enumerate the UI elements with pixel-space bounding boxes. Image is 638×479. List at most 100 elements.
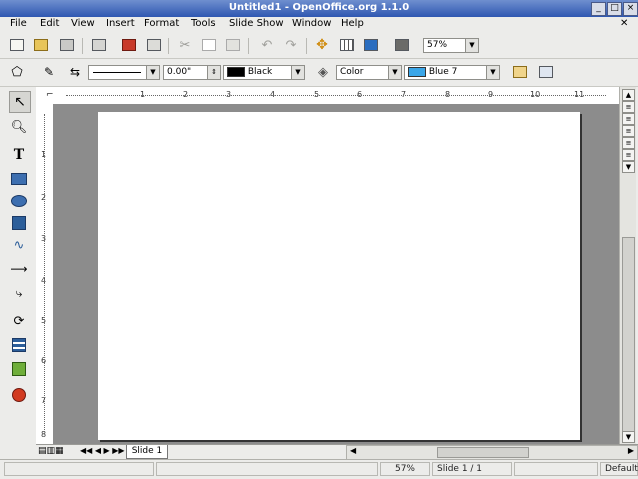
paste-icon[interactable] <box>224 36 242 54</box>
view-toggle-icon[interactable]: ≡ <box>622 101 635 113</box>
undo-icon[interactable]: ↶ <box>258 36 276 54</box>
save-icon[interactable] <box>58 36 76 54</box>
new-document-icon[interactable] <box>8 36 26 54</box>
menu-tools[interactable]: Tools <box>191 18 216 29</box>
view-toggle-icon[interactable]: ≡ <box>622 113 635 125</box>
line-color-dropdown[interactable]: Black ▼ <box>223 65 305 80</box>
shadow-icon[interactable] <box>511 63 529 81</box>
view-toggle-icon[interactable]: ≡ <box>622 137 635 149</box>
area-color-dropdown[interactable]: Blue 7 ▼ <box>404 65 500 80</box>
close-window-button[interactable]: × <box>623 2 638 16</box>
maximize-button[interactable]: □ <box>607 2 622 16</box>
points-icon[interactable]: ⬠ <box>8 63 26 81</box>
horizontal-scrollbar[interactable]: ◀ ▶ <box>346 445 638 460</box>
slide-tab-bar: ▤▥▦ ◀◀ ◀ ▶ ▶▶ Slide 1 ◀ ▶ <box>36 444 638 460</box>
minimize-button[interactable]: _ <box>591 2 606 16</box>
vertical-scrollbar[interactable]: ▲ ≡ ≡ ≡ ≡ ≡ ▼ ▼ <box>619 87 636 444</box>
table-icon[interactable] <box>338 36 356 54</box>
connector-tool-icon[interactable]: ⤷ <box>9 283 29 303</box>
select-arrow-icon[interactable]: ↖ <box>9 91 31 113</box>
scroll-down-icon[interactable]: ▼ <box>622 431 635 443</box>
line-tool-icon[interactable]: ⟶ <box>9 259 29 279</box>
curve-tool-icon[interactable]: ∿ <box>9 235 29 255</box>
effects-icon[interactable]: ⟳ <box>9 311 29 331</box>
menu-insert[interactable]: Insert <box>106 18 135 29</box>
separator <box>248 38 249 54</box>
text-tool-icon[interactable]: T <box>9 145 29 165</box>
slide-workspace[interactable] <box>53 104 619 444</box>
horizontal-ruler[interactable]: ⌐ 1 2 3 4 5 6 7 8 9 10 11 <box>36 87 619 105</box>
line-width-value: 0.00" <box>167 67 192 77</box>
chevron-down-icon: ▼ <box>146 66 159 79</box>
area-style-dropdown[interactable]: Color ▼ <box>336 65 402 80</box>
zoom-value: 57% <box>427 40 448 50</box>
redo-icon[interactable]: ↷ <box>282 36 300 54</box>
open-folder-icon[interactable] <box>32 36 50 54</box>
ellipse-tool-icon[interactable] <box>9 191 29 211</box>
spin-arrows-icon: ⇕ <box>207 66 220 79</box>
3d-controller-icon[interactable] <box>9 385 29 405</box>
search-icon[interactable] <box>537 63 555 81</box>
edit-file-icon[interactable] <box>90 36 108 54</box>
menu-slide-show[interactable]: Slide Show <box>229 18 284 29</box>
scroll-thumb[interactable] <box>437 447 529 458</box>
stylist-icon[interactable] <box>393 36 411 54</box>
menu-file[interactable]: File <box>10 18 27 29</box>
line-style-icon[interactable]: ✎ <box>40 63 58 81</box>
zoom-dropdown[interactable]: 57% ▼ <box>423 38 479 53</box>
vertical-ruler[interactable]: 1 2 3 4 5 6 7 8 <box>36 104 54 444</box>
view-toggle-icon[interactable]: ≡ <box>622 125 635 137</box>
title-bar: Untitled1 - OpenOffice.org 1.1.0 _ □ × <box>0 0 638 17</box>
menu-edit[interactable]: Edit <box>40 18 59 29</box>
separator <box>306 38 307 54</box>
scroll-down-icon[interactable]: ▼ <box>622 161 635 173</box>
copy-icon[interactable] <box>200 36 218 54</box>
arrange-icon[interactable] <box>9 359 29 379</box>
view-toggle-icon[interactable]: ≡ <box>622 149 635 161</box>
function-toolbar: ✂ ↶ ↷ ✥ 57% ▼ <box>0 33 638 59</box>
separator <box>82 38 83 54</box>
status-empty <box>514 462 598 476</box>
tab-slide-1[interactable]: Slide 1 <box>126 445 168 459</box>
line-preview <box>93 72 141 73</box>
align-icon[interactable] <box>9 335 29 355</box>
scroll-left-icon[interactable]: ◀ <box>350 446 356 455</box>
print-icon[interactable] <box>145 36 163 54</box>
rectangle-tool-icon[interactable] <box>9 169 29 189</box>
area-style-value: Color <box>340 67 364 77</box>
scroll-right-icon[interactable]: ▶ <box>628 446 634 455</box>
line-width-spinner[interactable]: 0.00" ⇕ <box>163 65 221 80</box>
status-zoom: 57% <box>380 462 430 476</box>
chevron-down-icon: ▼ <box>465 39 478 52</box>
menu-window[interactable]: Window <box>292 18 331 29</box>
3d-object-icon[interactable] <box>9 213 29 233</box>
object-bar: ⬠ ✎ ⇆ ▼ 0.00" ⇕ Black ▼ ◈ Color ▼ Blue 7… <box>0 59 638 87</box>
ruler-ticks <box>44 114 45 434</box>
tab-stop-icon: ⌐ <box>46 90 54 100</box>
line-color-value: Black <box>247 67 273 77</box>
gallery-icon[interactable] <box>362 36 380 54</box>
area-fill-icon[interactable]: ◈ <box>314 63 332 81</box>
menu-view[interactable]: View <box>71 18 95 29</box>
ruler-ticks <box>66 95 606 96</box>
tab-navigation-icon[interactable]: ◀◀ ◀ ▶ ▶▶ <box>80 446 125 455</box>
view-buttons-icon[interactable]: ▤▥▦ <box>38 446 64 456</box>
arrow-style-icon[interactable]: ⇆ <box>66 63 84 81</box>
navigator-icon[interactable]: ✥ <box>313 36 331 54</box>
scroll-up-icon[interactable]: ▲ <box>622 89 635 101</box>
menu-help[interactable]: Help <box>341 18 364 29</box>
status-layout: Default <box>600 462 638 476</box>
drawing-toolbar: ↖ 🔍︎ T ∿ ⟶ ⤷ ⟳ <box>0 87 36 459</box>
line-style-dropdown[interactable]: ▼ <box>88 65 160 80</box>
separator <box>168 38 169 54</box>
close-document-icon[interactable]: ✕ <box>620 18 628 29</box>
slide-canvas[interactable] <box>98 112 580 440</box>
scroll-thumb[interactable] <box>622 237 635 439</box>
chevron-down-icon: ▼ <box>291 66 304 79</box>
zoom-icon[interactable]: 🔍︎ <box>9 117 29 137</box>
menu-format[interactable]: Format <box>144 18 179 29</box>
chevron-down-icon: ▼ <box>486 66 499 79</box>
cut-icon[interactable]: ✂ <box>176 36 194 54</box>
status-size <box>156 462 378 476</box>
export-pdf-icon[interactable] <box>120 36 138 54</box>
